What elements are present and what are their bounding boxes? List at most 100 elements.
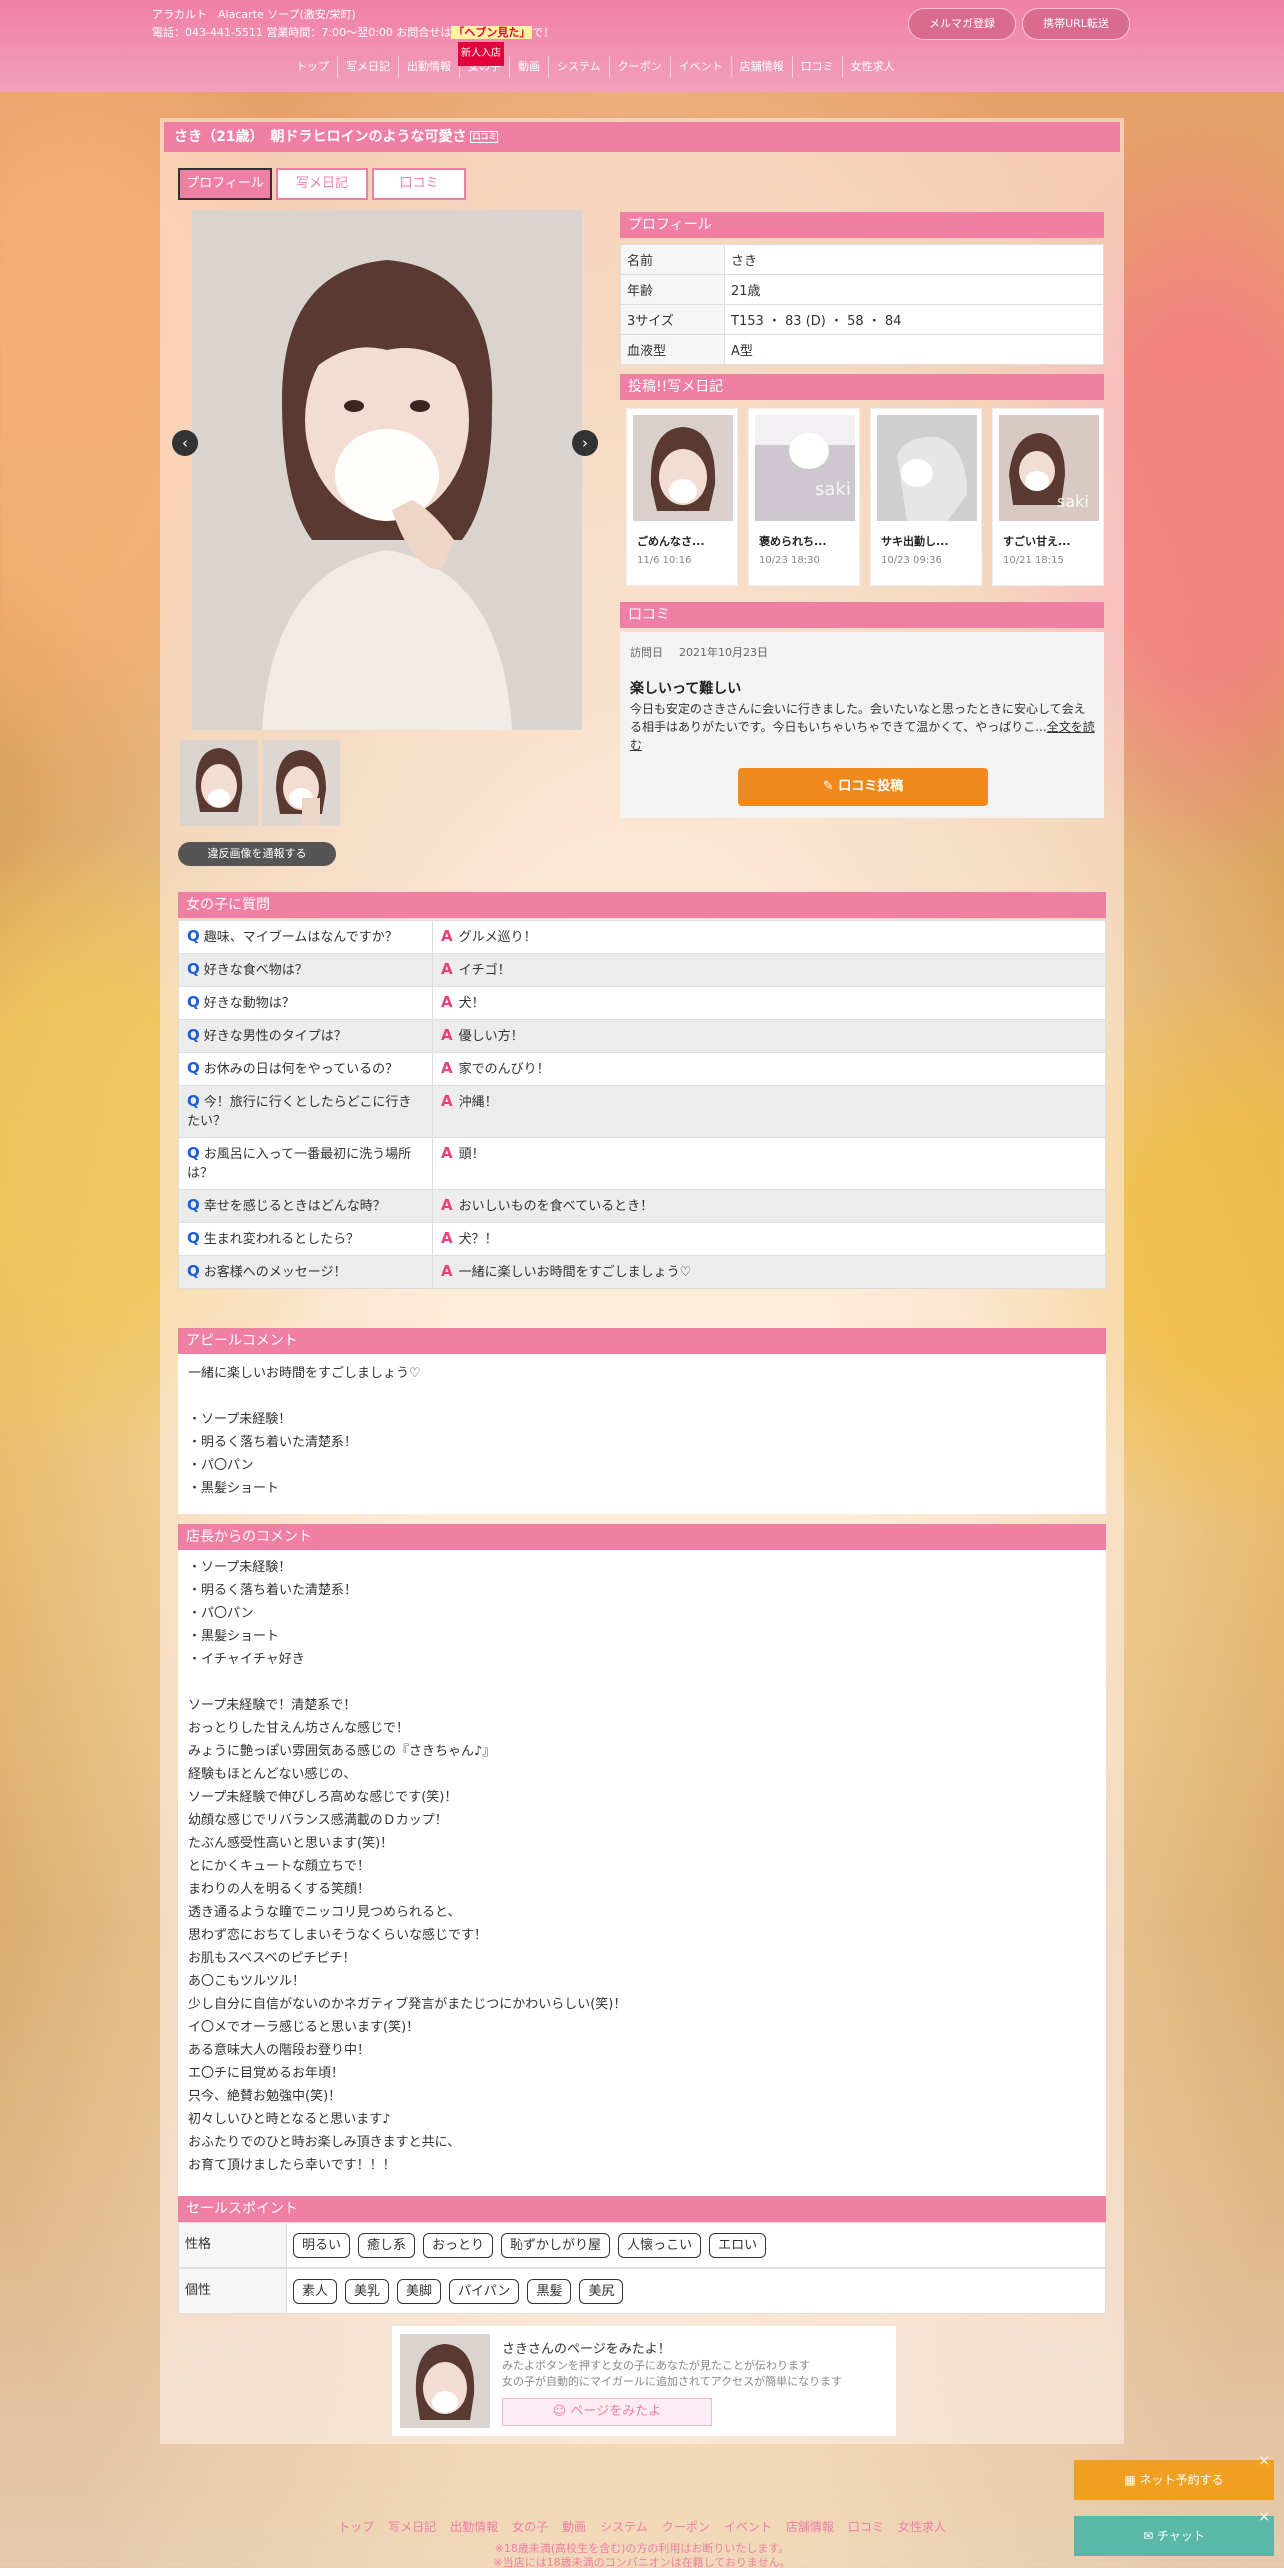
nav-reviews[interactable]: 口コミ [793,56,843,78]
footer-link[interactable]: イベント [724,2518,772,2535]
a-mark: A [441,1262,453,1280]
nav-diary[interactable]: 写メ日記 [338,56,399,78]
question-cell: Q お風呂に入って一番最初に洗う場所は？ [178,1137,433,1190]
mobile-url-button[interactable]: 携帯URL転送 [1022,8,1130,40]
nav-video[interactable]: 動画 [510,56,549,78]
sales-tag[interactable]: 明るい [293,2233,351,2258]
photo-thumbnail[interactable] [180,740,258,826]
question-text: 好きな動物は？ [203,996,295,1011]
sales-tag[interactable]: おっとり [423,2233,494,2258]
sales-tag[interactable]: エロい [709,2233,767,2258]
qa-row: Q お風呂に入って一番最初に洗う場所は？ A 頭！ [178,1137,1106,1190]
footer-link[interactable]: トップ [338,2518,374,2535]
thumbnail-image [262,740,340,826]
nav-shop-info[interactable]: 店舗情報 [732,56,793,78]
profile-value: さき [724,244,1104,275]
answer-text: 一緒に楽しいお時間をすごしましょう♡ [458,1265,692,1280]
nav-coupon[interactable]: クーポン [610,56,671,78]
nav-recruit[interactable]: 女性求人 [843,56,903,78]
sales-tag[interactable]: 恥ずかしがり屋 [501,2233,611,2258]
nav-event[interactable]: イベント [671,56,732,78]
answer-cell: A 一緒に楽しいお時間をすごしましょう♡ [432,1255,1106,1289]
q-mark: Q [187,1262,200,1280]
nav-schedule[interactable]: 出勤情報 [399,56,460,78]
post-review-button[interactable]: ✎ 口コミ投稿 [738,768,988,806]
manager-line: あ〇こもツルツル！ [188,1974,306,1989]
qa-row: Q 生まれ変われるとしたら？ A 犬？！ [178,1222,1106,1256]
manager-line: みょうに艶っぽい雰囲気ある感じの『さきちゃん♪』 [188,1744,496,1759]
mitayo-button[interactable]: ☺ ページをみたよ [502,2398,712,2426]
visit-date: 2021年10月23日 [679,646,768,659]
diary-card[interactable]: saki 褒められち... 10/23 18:30 [748,408,860,586]
footer-link[interactable]: クーポン [662,2518,710,2535]
sales-tag[interactable]: 黒髪 [527,2279,572,2304]
question-text: 今！旅行に行くとしたらどこに行きたい？ [187,1095,412,1129]
calendar-icon: ▦ [1124,2473,1140,2487]
diary-card[interactable]: saki すごい甘え... 10/21 18:15 [992,408,1104,586]
review-text: 今日も安定のさきさんに会いに行きました。会いたいなと思ったときに安心して会える相… [630,702,1086,734]
tab-profile[interactable]: プロフィール [178,168,272,200]
footer-link[interactable]: 動画 [562,2518,586,2535]
question-cell: Q 生まれ変われるとしたら？ [178,1222,433,1256]
q-mark: Q [187,960,200,978]
footer-link[interactable]: 口コミ [848,2518,884,2535]
main-photo[interactable] [192,210,582,730]
mitayo-button-label: ページをみたよ [570,2404,662,2419]
manager-line: おっとりした甘えん坊さんな感じで！ [188,1721,410,1736]
nav-system[interactable]: システム [549,56,610,78]
smile-icon: ☺ [552,2404,571,2419]
manager-line: まわりの人を明るくする笑顔！ [188,1882,371,1897]
global-nav: トップ 写メ日記 出勤情報 新人入店 女の子 動画 システム クーポン イベント … [288,42,903,78]
close-icon[interactable]: × [1258,2510,1270,2524]
diary-card[interactable]: ごめんなさ... 11/6 10:16 [626,408,738,586]
footer-link[interactable]: 写メ日記 [388,2518,436,2535]
diary-card[interactable]: サキ出勤し... 10/23 09:36 [870,408,982,586]
q-mark: Q [187,1026,200,1044]
footer-link[interactable]: 店舗情報 [786,2518,834,2535]
question-text: お風呂に入って一番最初に洗う場所は？ [187,1147,412,1181]
answer-cell: A 犬！ [432,986,1106,1020]
tab-diary[interactable]: 写メ日記 [276,168,368,200]
nav-girls[interactable]: 新人入店 女の子 [458,42,510,78]
review-section-title: 口コミ [620,602,1104,628]
photo-thumbnail[interactable] [262,740,340,826]
profile-value: A型 [724,334,1104,365]
chat-button[interactable]: ✉ チャット × [1074,2510,1274,2556]
sales-tag[interactable]: パイパン [449,2279,520,2304]
nav-top[interactable]: トップ [288,56,338,78]
footer-link[interactable]: システム [600,2518,648,2535]
manager-line: ・明るく落ち着いた清楚系！ [188,1583,358,1598]
close-icon[interactable]: × [1258,2454,1270,2468]
sales-tag[interactable]: 癒し系 [358,2233,416,2258]
footer-link[interactable]: 女性求人 [898,2518,946,2535]
sales-tag[interactable]: 美乳 [345,2279,390,2304]
mail-magazine-button[interactable]: メルマガ登録 [908,8,1016,40]
prev-photo-arrow-icon[interactable]: ‹ [172,430,198,456]
sales-tag[interactable]: 美尻 [579,2279,624,2304]
shop-name[interactable]: アラカルト Alacarte ソープ(激安/栄町) [152,6,356,22]
profile-table: 名前 さき 年齢 21歳 3サイズ T153 ・ 83 (D) ・ 58 ・ 84 血… [620,244,1104,365]
a-mark: A [441,960,453,978]
q-mark: Q [187,1092,200,1110]
next-photo-arrow-icon[interactable]: › [572,430,598,456]
net-reservation-button[interactable]: ▦ ネット予約する × [1074,2454,1274,2500]
svg-text:saki: saki [1057,492,1089,511]
report-image-button[interactable]: 違反画像を通報する [178,842,336,866]
reservation-label: ネット予約する [1139,2473,1224,2487]
question-text: 幸せを感じるときはどんな時？ [203,1199,386,1214]
diary-date: 10/21 18:15 [1003,555,1064,566]
sales-tag[interactable]: 素人 [293,2279,338,2304]
sales-tag[interactable]: 人懐っこい [618,2233,702,2258]
diary-date: 10/23 09:36 [881,555,942,566]
question-cell: Q 幸せを感じるときはどんな時？ [178,1189,433,1223]
footer-link[interactable]: 女の子 [512,2518,548,2535]
footer-link[interactable]: 出勤情報 [450,2518,498,2535]
question-text: 好きな食べ物は？ [203,963,308,978]
answer-text: イチゴ！ [458,963,511,978]
a-mark: A [441,1092,453,1110]
qa-row: Q お休みの日は何をやっているの？ A 家でのんびり！ [178,1052,1106,1086]
tab-reviews[interactable]: 口コミ [372,168,466,200]
sales-tag[interactable]: 美脚 [397,2279,442,2304]
question-text: 好きな男性のタイプは？ [203,1029,347,1044]
profile-key: 年齢 [620,274,725,305]
